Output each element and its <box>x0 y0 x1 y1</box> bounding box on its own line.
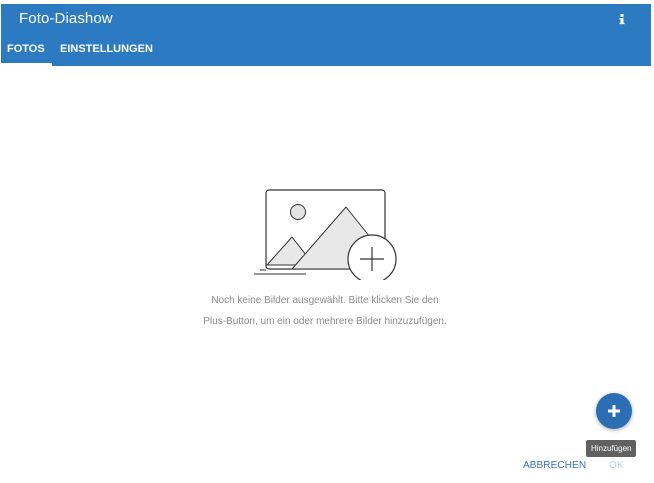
cancel-button[interactable]: ABBRECHEN <box>523 460 586 471</box>
slideshow-dialog: Foto-Diashow FOTOS EINSTELLUNGEN Noch ke… <box>0 0 654 483</box>
empty-state-message: Noch keine Bilder ausgewählt. Bitte klic… <box>203 295 447 327</box>
info-icon[interactable] <box>616 11 628 27</box>
tab-einstellungen[interactable]: EINSTELLUNGEN <box>52 34 160 66</box>
ok-button[interactable]: OK <box>609 460 624 471</box>
add-photo-icon <box>250 185 400 284</box>
app-header: Foto-Diashow FOTOS EINSTELLUNGEN <box>1 4 651 66</box>
add-button-tooltip: Hinzufügen <box>586 440 637 457</box>
dialog-title: Foto-Diashow <box>19 10 113 27</box>
add-photo-button[interactable] <box>596 393 632 429</box>
tab-bar: FOTOS EINSTELLUNGEN <box>1 34 160 66</box>
tab-fotos[interactable]: FOTOS <box>1 34 52 66</box>
plus-icon <box>608 405 620 417</box>
